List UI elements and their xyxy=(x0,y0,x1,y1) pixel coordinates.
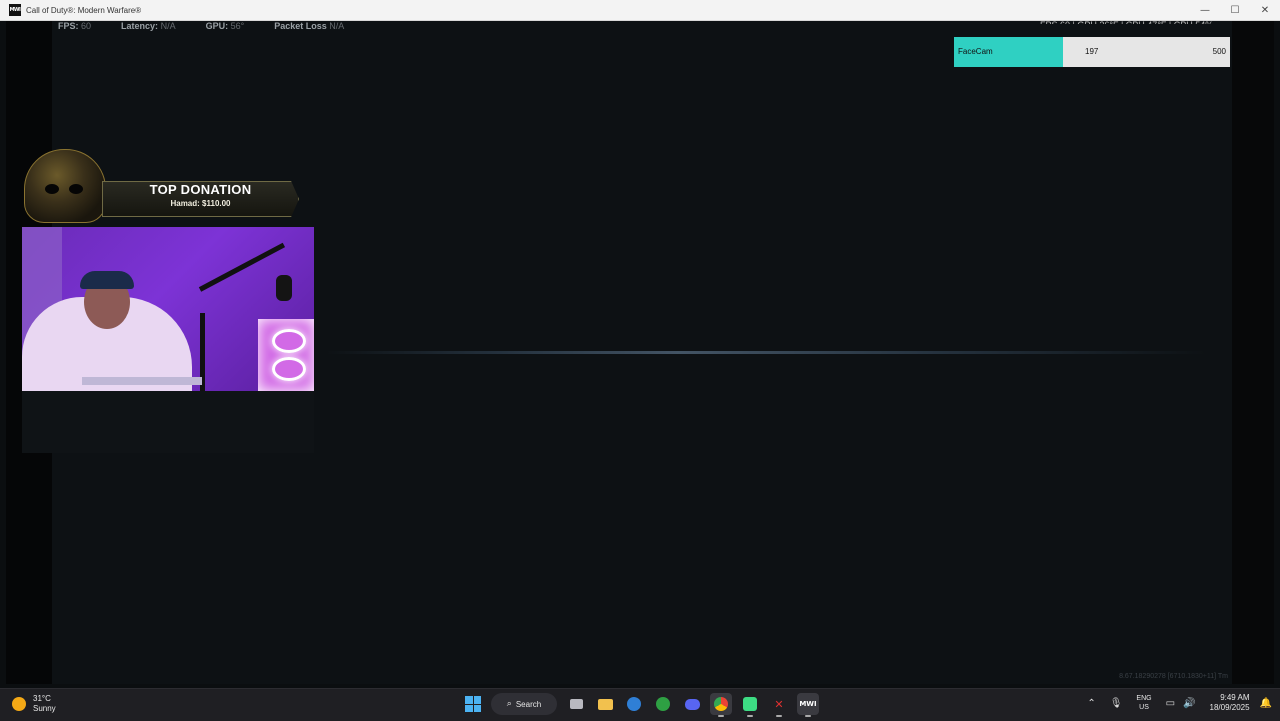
top-donation-widget: TOP DONATION Hamad: $110.00 xyxy=(24,149,299,223)
android-app-button[interactable] xyxy=(739,693,761,717)
overlay-panel xyxy=(22,391,314,453)
donation-banner: TOP DONATION Hamad: $110.00 xyxy=(102,181,299,217)
discord-button[interactable] xyxy=(681,693,703,715)
clipped-overlay-stats: FPS 60 | GPU 26°F | CPU 47°F | CPU 54% xyxy=(1040,20,1240,24)
goal-current-value: 197 xyxy=(1085,47,1099,56)
donation-title: TOP DONATION xyxy=(149,182,252,197)
notifications-icon[interactable]: 🔔 xyxy=(1260,698,1272,709)
latency-stat: Latency: N/A xyxy=(121,21,176,34)
edge-icon xyxy=(627,697,641,711)
packet-loss-stat: Packet Loss N/A xyxy=(274,21,344,34)
right-shadow xyxy=(1232,21,1274,684)
windows-logo-icon xyxy=(465,696,481,712)
donation-donor: Hamad: $110.00 xyxy=(170,199,231,208)
taskbar: 31°C Sunny ⌕ Search ✕ MWI ⌃ 🎙 ENG US ▭ 🔊… xyxy=(0,688,1280,721)
edge-button[interactable] xyxy=(623,693,645,715)
xbox-icon xyxy=(656,697,670,711)
goal-label: FaceCam xyxy=(958,47,993,56)
microphone-icon[interactable]: 🎙 xyxy=(1110,698,1123,709)
network-icon[interactable]: ▭ xyxy=(1166,698,1175,709)
build-version-text: 8.67.18290278 [6710.1830+11] Tm xyxy=(1119,673,1228,680)
android-app-indicator xyxy=(747,715,753,717)
skull-left-eye xyxy=(45,184,59,194)
webcam-streamer-cap xyxy=(80,271,134,289)
chrome-button[interactable] xyxy=(710,693,732,717)
gpu-value: 56° xyxy=(230,21,245,31)
task-view-button[interactable] xyxy=(565,693,587,715)
android-app-icon xyxy=(743,697,757,711)
clock-date: 18/09/2025 xyxy=(1209,703,1250,712)
taskbar-search[interactable]: ⌕ Search xyxy=(491,693,557,715)
latency-label: Latency: xyxy=(121,21,159,31)
game-launcher-indicator xyxy=(776,715,782,717)
sun-icon xyxy=(12,697,26,711)
window-title-bar: MWI Call of Duty®: Modern Warfare® — ☐ ✕ xyxy=(0,0,1280,21)
performance-stats: FPS: 60 Latency: N/A GPU: 56° Packet Los… xyxy=(58,21,374,34)
modern-warfare-icon: MWI xyxy=(799,700,817,708)
search-label: Search xyxy=(515,699,542,709)
gpu-label: GPU: xyxy=(205,21,229,31)
game-viewport[interactable]: FPS: 60 Latency: N/A GPU: 56° Packet Los… xyxy=(6,21,1274,684)
light-streak xyxy=(326,351,1206,354)
mw-app-icon: MWI xyxy=(9,4,21,16)
chrome-active-indicator xyxy=(718,715,724,717)
pc-fan-bottom xyxy=(272,357,306,381)
microphone xyxy=(276,275,292,301)
webcam-feed xyxy=(22,227,314,391)
file-explorer-button[interactable] xyxy=(594,693,616,715)
game-launcher-icon: ✕ xyxy=(774,697,784,711)
weather-widget[interactable]: 31°C Sunny xyxy=(12,694,56,714)
modern-warfare-indicator xyxy=(805,715,811,717)
task-view-icon xyxy=(569,699,583,709)
modern-warfare-button[interactable]: MWI xyxy=(797,693,819,717)
goal-target-value: 500 xyxy=(1212,47,1226,56)
close-button[interactable]: ✕ xyxy=(1250,0,1280,20)
region-code: US xyxy=(1139,704,1149,711)
pc-fan-top xyxy=(272,329,306,353)
fps-label: FPS: xyxy=(58,21,79,31)
gpu-stat: GPU: 56° xyxy=(206,21,245,34)
chrome-icon xyxy=(714,697,728,711)
keyboard xyxy=(82,377,202,385)
search-icon: ⌕ xyxy=(506,699,512,709)
weather-condition: Sunny xyxy=(33,704,56,713)
fps-stat: FPS: 60 xyxy=(58,21,91,34)
clock-time: 9:49 AM xyxy=(1220,693,1250,702)
weather-text: 31°C Sunny xyxy=(33,694,56,714)
game-launcher-button[interactable]: ✕ xyxy=(768,693,790,717)
mic-arm xyxy=(198,242,286,292)
facecam-goal-bar: FaceCam 197 500 xyxy=(954,37,1230,67)
clock[interactable]: 9:49 AM 18/09/2025 xyxy=(1210,693,1250,713)
language-indicator[interactable]: ENG US xyxy=(1136,694,1151,712)
skull-emblem-icon xyxy=(24,149,106,223)
window-title: Call of Duty®: Modern Warfare® xyxy=(26,5,142,15)
skull-right-eye xyxy=(69,184,83,194)
language-code: ENG xyxy=(1136,695,1152,702)
windows-start-button[interactable] xyxy=(462,693,484,715)
system-tray: ⌃ 🎙 ENG US ▭ 🔊 9:49 AM 18/09/2025 🔔 xyxy=(1087,693,1272,713)
xbox-button[interactable] xyxy=(652,693,674,715)
minimize-button[interactable]: — xyxy=(1190,0,1220,20)
maximize-button[interactable]: ☐ xyxy=(1220,0,1250,20)
folder-icon xyxy=(597,698,613,710)
taskbar-apps: ⌕ Search ✕ MWI xyxy=(462,693,826,717)
chevron-up-icon[interactable]: ⌃ xyxy=(1087,698,1095,709)
fps-value: 60 xyxy=(81,21,92,31)
weather-temperature: 31°C xyxy=(33,694,51,703)
discord-icon xyxy=(684,698,700,710)
latency-value: N/A xyxy=(160,21,176,31)
packet-loss-value: N/A xyxy=(329,21,345,31)
volume-icon[interactable]: 🔊 xyxy=(1183,698,1195,709)
window-controls: — ☐ ✕ xyxy=(1190,0,1280,20)
packet-loss-label: Packet Loss xyxy=(274,21,327,31)
